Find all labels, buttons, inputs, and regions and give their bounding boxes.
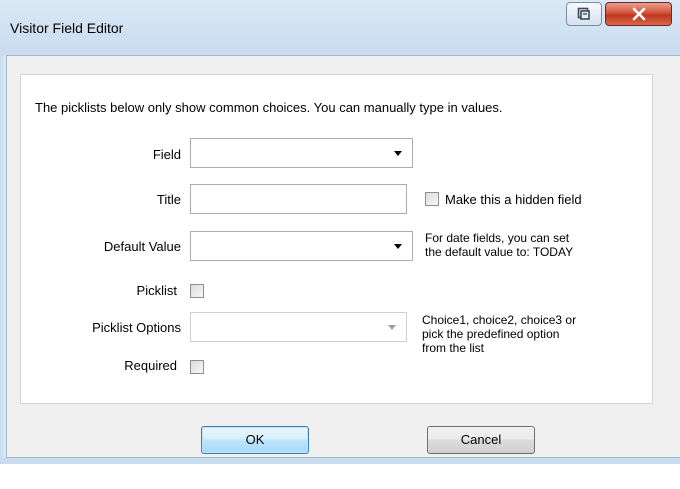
ok-button[interactable]: OK — [201, 426, 309, 454]
field-label: Field — [152, 147, 181, 162]
default-value-dropdown[interactable] — [190, 231, 413, 261]
close-button[interactable] — [605, 2, 672, 26]
dialog-window: Visitor Field Editor The picklists below… — [0, 0, 680, 464]
default-value-label: Default Value — [103, 239, 181, 254]
form-panel: The picklists below only show common cho… — [20, 74, 653, 404]
title-bar[interactable]: Visitor Field Editor — [0, 0, 680, 55]
close-icon — [632, 7, 646, 21]
chevron-down-icon — [394, 151, 402, 156]
picklist-label: Picklist — [136, 283, 177, 298]
hidden-field-label: Make this a hidden field — [445, 192, 582, 207]
chevron-down-icon — [394, 244, 402, 249]
default-value-hint: the default value to: TODAY — [425, 245, 574, 259]
picklist-options-hint: pick the predefined option — [422, 327, 560, 341]
picklist-options-hint: Choice1, choice2, choice3 or — [422, 313, 577, 327]
picklist-checkbox[interactable] — [190, 284, 204, 298]
cancel-button[interactable]: Cancel — [427, 426, 535, 454]
instructions-text: The picklists below only show common cho… — [35, 100, 503, 115]
title-input[interactable] — [190, 184, 407, 214]
picklist-options-hint: from the list — [422, 341, 485, 355]
restore-button[interactable] — [566, 2, 602, 26]
frame-divider — [6, 55, 7, 458]
hidden-field-checkbox[interactable] — [425, 192, 439, 206]
chevron-down-icon — [388, 325, 396, 330]
window-frame-bottom — [0, 458, 680, 464]
default-value-hint: For date fields, you can set — [425, 231, 570, 245]
frame-divider — [6, 457, 680, 458]
title-label: Title — [156, 192, 181, 207]
field-dropdown[interactable] — [190, 138, 413, 168]
frame-divider — [6, 55, 680, 56]
restore-icon — [577, 7, 590, 20]
picklist-options-label: Picklist Options — [92, 320, 181, 335]
window-title: Visitor Field Editor — [10, 20, 124, 36]
required-checkbox[interactable] — [190, 360, 204, 374]
required-label: Required — [124, 358, 177, 373]
picklist-options-dropdown[interactable] — [190, 312, 407, 342]
